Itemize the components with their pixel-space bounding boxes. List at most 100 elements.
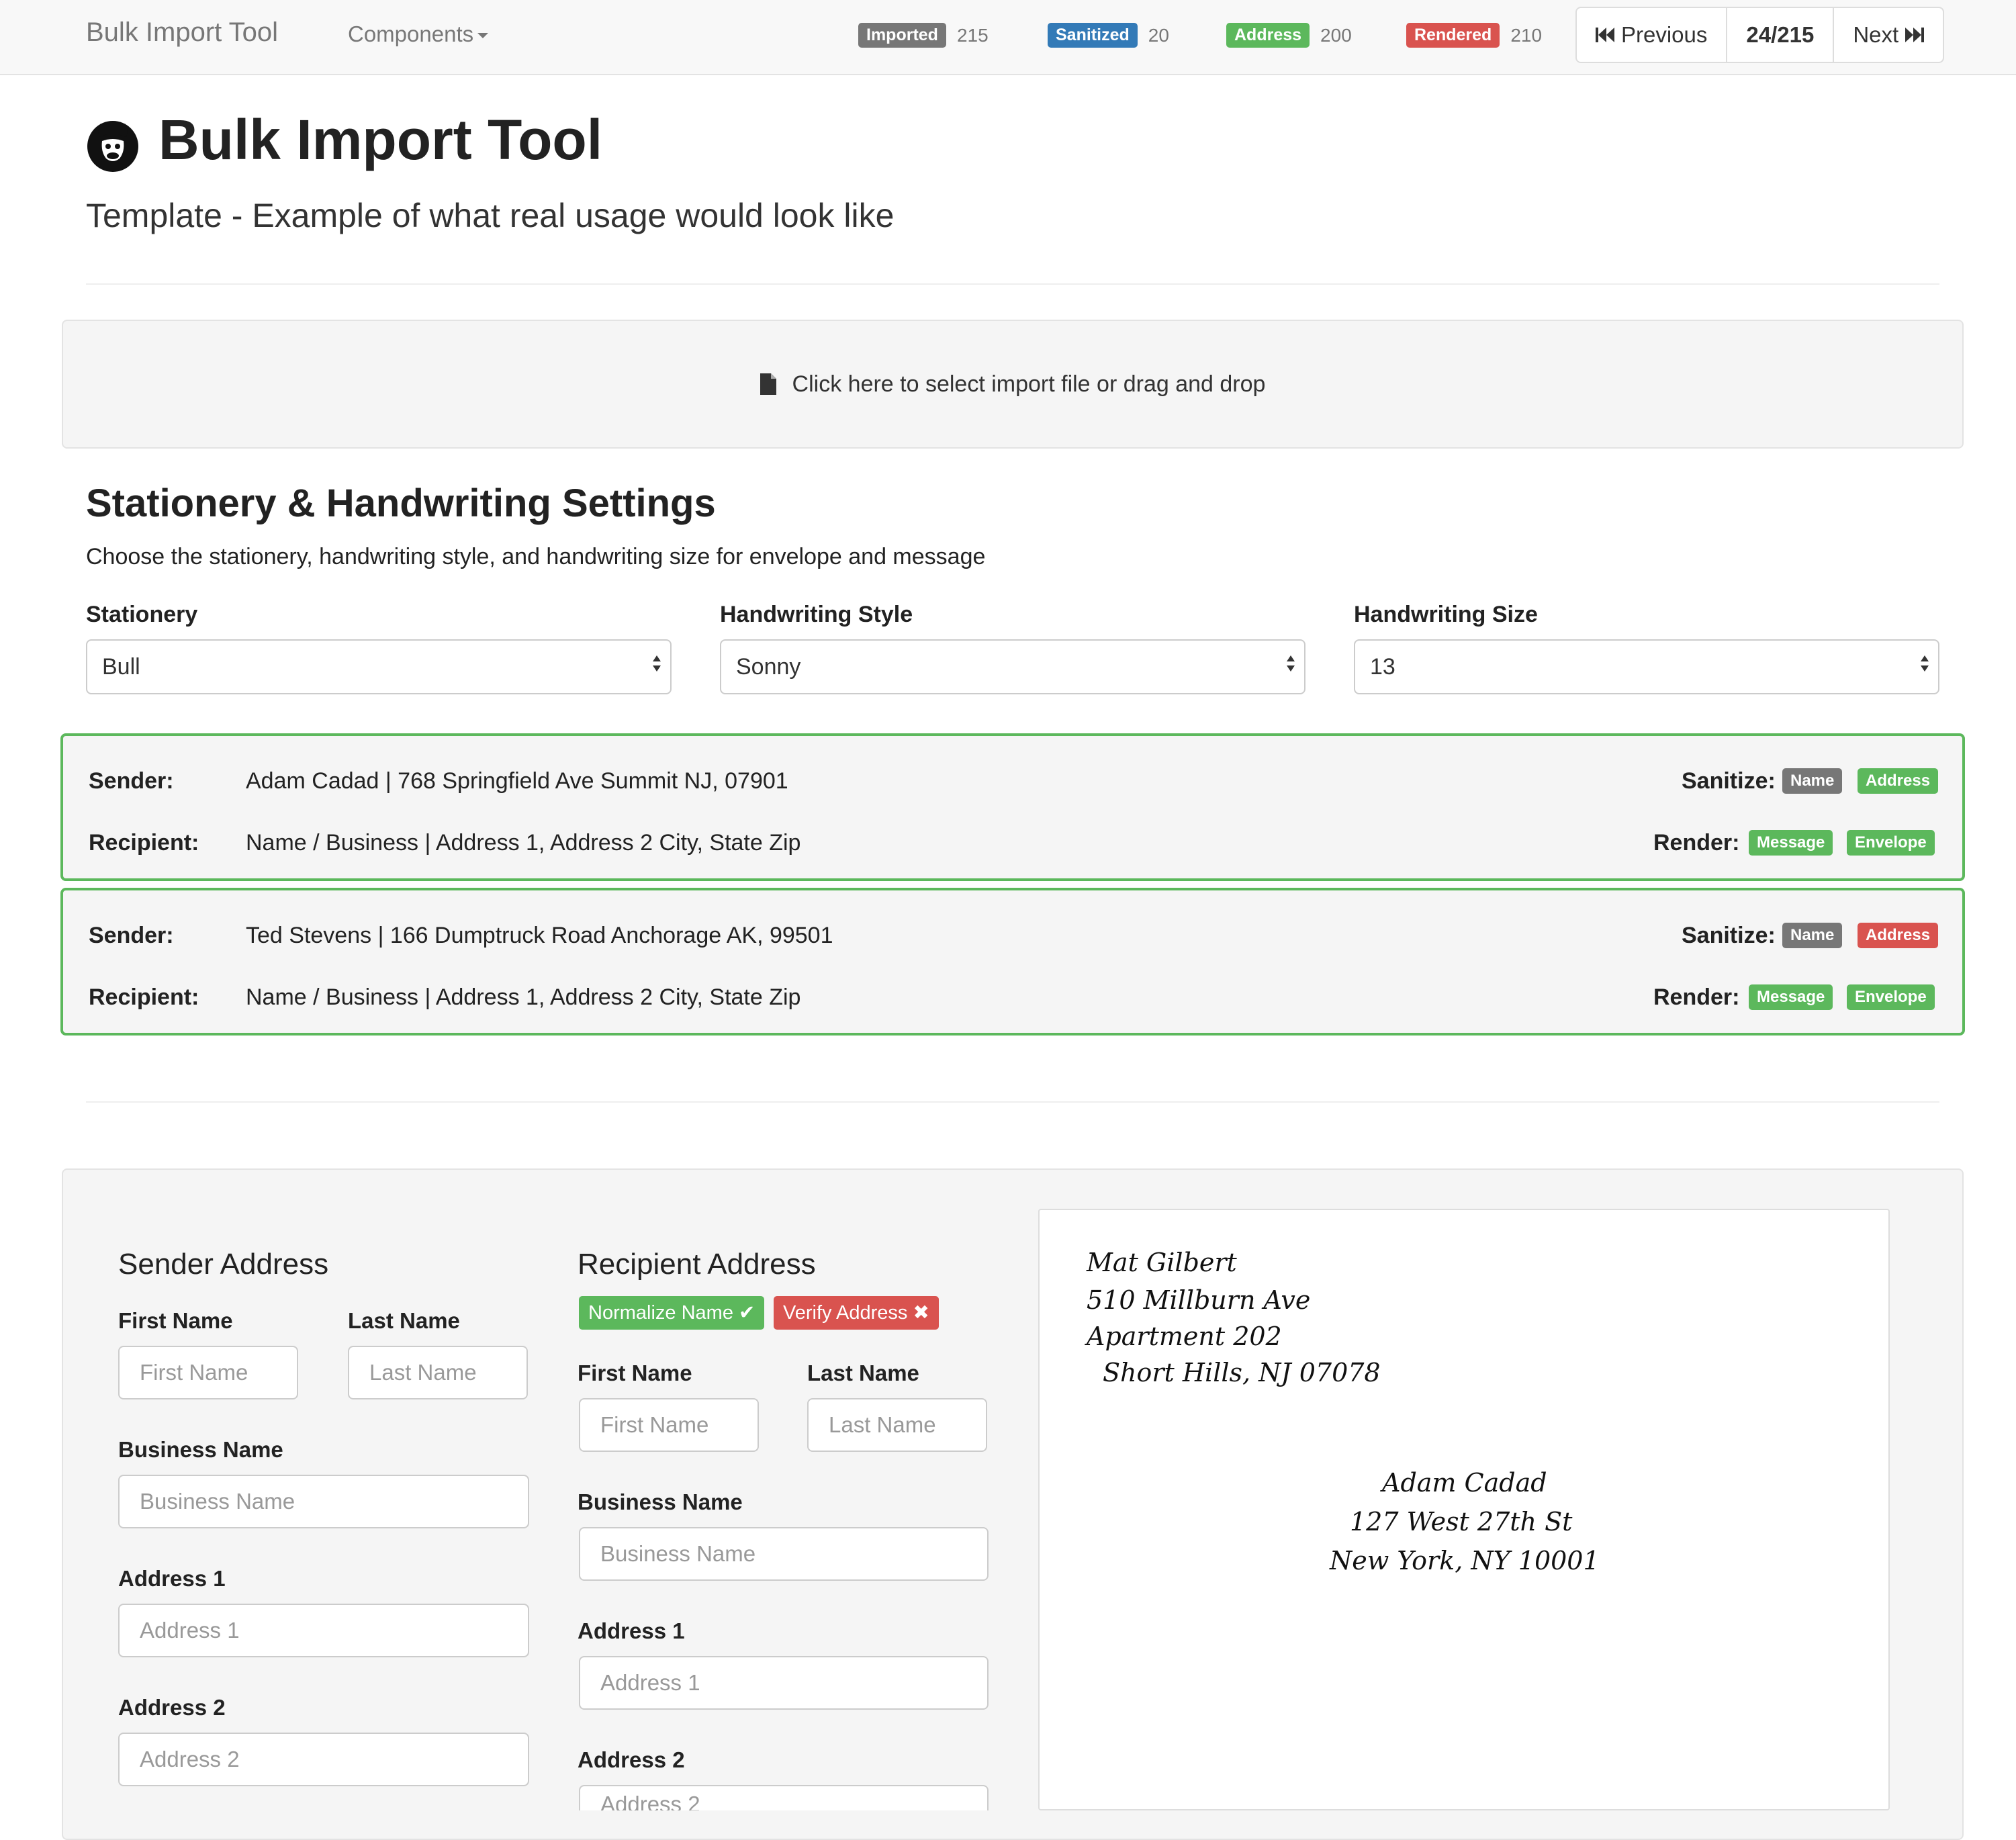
navbar-brand[interactable]: Bulk Import Tool (86, 17, 278, 48)
stationery-label: Stationery (86, 602, 198, 627)
page-indicator: 24/215 (1726, 8, 1833, 62)
recipient-last-name-input[interactable]: Last Name (807, 1398, 987, 1452)
render-key: Render: (1653, 830, 1740, 856)
sender-address1-input[interactable]: Address 1 (118, 1604, 529, 1657)
previous-label: Previous (1621, 22, 1708, 47)
handwriting-style-select[interactable]: Sonny (720, 639, 1305, 694)
envelope-preview: Mat Gilbert 510 Millburn Ave Apartment 2… (1038, 1209, 1890, 1810)
recipient-address2-input[interactable]: Address 2 (579, 1785, 989, 1810)
components-label: Components (348, 21, 474, 46)
recipient-value: Name / Business | Address 1, Address 2 C… (246, 984, 801, 1010)
stat-value: 210 (1510, 24, 1543, 46)
bull-logo-icon (87, 121, 138, 172)
render-message-badge[interactable]: Message (1749, 984, 1833, 1010)
sanitize-address-badge[interactable]: Address (1858, 768, 1939, 794)
sender-first-name-label: First Name (118, 1308, 233, 1333)
return-address-line: Apartment 202 (1087, 1322, 1282, 1351)
recipient-value: Name / Business | Address 1, Address 2 C… (246, 830, 801, 856)
check-icon: ✔ (739, 1302, 755, 1324)
select-arrows-icon (1921, 655, 1929, 672)
close-icon: ✖ (913, 1302, 929, 1324)
sanitize-key: Sanitize: (1682, 768, 1776, 794)
stat-sanitized: Sanitized 20 (1048, 23, 1169, 48)
stat-value: 20 (1148, 24, 1169, 46)
import-dropzone[interactable]: Click here to select import file or drag… (62, 320, 1964, 449)
stat-rendered: Rendered 210 (1406, 23, 1542, 48)
recipient-address-title: Recipient Address (578, 1248, 816, 1281)
sender-business-input[interactable]: Business Name (118, 1475, 529, 1528)
handwriting-style-value: Sonny (736, 653, 801, 680)
handwriting-size-select[interactable]: 13 (1354, 639, 1939, 694)
settings-title: Stationery & Handwriting Settings (86, 481, 716, 525)
top-navbar: Bulk Import Tool Components Imported 215 … (0, 0, 2016, 75)
handwriting-style-label: Handwriting Style (720, 602, 913, 627)
stationery-value: Bull (102, 653, 140, 680)
verify-address-button[interactable]: Verify Address ✖ (774, 1296, 939, 1330)
recipient-address-line: Adam Cadad (1382, 1468, 1547, 1498)
stat-imported: Imported 215 (858, 23, 989, 48)
recipient-business-input[interactable]: Business Name (579, 1527, 989, 1581)
recipient-address2-label: Address 2 (578, 1747, 685, 1772)
stat-label: Address (1226, 23, 1310, 48)
fast-backward-icon (1596, 28, 1614, 42)
sanitize-name-badge[interactable]: Name (1782, 923, 1843, 948)
stat-label: Imported (858, 23, 946, 48)
render-envelope-badge[interactable]: Envelope (1847, 830, 1935, 856)
dropzone-text: Click here to select import file or drag… (792, 371, 1266, 397)
recipient-business-label: Business Name (578, 1489, 743, 1514)
render-message-badge[interactable]: Message (1749, 830, 1833, 856)
stat-label: Sanitized (1048, 23, 1138, 48)
select-arrows-icon (653, 655, 661, 672)
handwriting-size-label: Handwriting Size (1354, 602, 1538, 627)
recipient-address1-label: Address 1 (578, 1618, 685, 1643)
return-address-line: Mat Gilbert (1087, 1248, 1237, 1277)
stat-value: 200 (1320, 24, 1352, 46)
sender-last-name-input[interactable]: Last Name (348, 1346, 528, 1399)
stat-value: 215 (956, 24, 989, 46)
sender-last-name-label: Last Name (348, 1308, 460, 1333)
record-panel[interactable]: Sender: Ted Stevens | 166 Dumptruck Road… (60, 888, 1965, 1036)
sender-first-name-input[interactable]: First Name (118, 1346, 298, 1399)
handwriting-size-value: 13 (1370, 653, 1395, 680)
normalize-name-label: Normalize Name (588, 1302, 733, 1324)
settings-help: Choose the stationery, handwriting style… (86, 544, 986, 569)
render-envelope-badge[interactable]: Envelope (1847, 984, 1935, 1010)
sender-address2-label: Address 2 (118, 1695, 226, 1720)
recipient-first-name-input[interactable]: First Name (579, 1398, 759, 1452)
sanitize-address-badge[interactable]: Address (1858, 923, 1939, 948)
recipient-first-name-label: First Name (578, 1361, 692, 1385)
sender-address-title: Sender Address (118, 1248, 329, 1281)
next-label: Next (1853, 22, 1899, 47)
stat-label: Rendered (1406, 23, 1500, 48)
next-button[interactable]: Next (1833, 8, 1943, 62)
return-address-line: 510 Millburn Ave (1087, 1285, 1311, 1315)
sender-address1-label: Address 1 (118, 1566, 226, 1591)
recipient-address1-input[interactable]: Address 1 (579, 1656, 989, 1710)
normalize-name-button[interactable]: Normalize Name ✔ (579, 1296, 765, 1330)
recipient-address-line: 127 West 27th St (1350, 1507, 1573, 1536)
sender-value: Adam Cadad | 768 Springfield Ave Summit … (246, 768, 788, 794)
file-icon (760, 373, 776, 395)
sanitize-name-badge[interactable]: Name (1782, 768, 1843, 794)
recipient-key: Recipient: (89, 830, 199, 856)
return-address-line: Short Hills, NJ 07078 (1103, 1358, 1381, 1387)
sender-address2-input[interactable]: Address 2 (118, 1733, 529, 1786)
components-dropdown[interactable]: Components (348, 21, 489, 47)
previous-button[interactable]: Previous (1577, 8, 1726, 62)
select-arrows-icon (1287, 655, 1295, 672)
verify-address-label: Verify Address (783, 1302, 908, 1324)
sender-key: Sender: (89, 768, 174, 794)
sanitize-key: Sanitize: (1682, 923, 1776, 948)
stationery-select[interactable]: Bull (86, 639, 672, 694)
divider (86, 283, 1939, 285)
sender-key: Sender: (89, 923, 174, 948)
render-key: Render: (1653, 984, 1740, 1010)
divider (86, 1101, 1939, 1103)
fast-forward-icon (1905, 28, 1925, 42)
sender-value: Ted Stevens | 166 Dumptruck Road Anchora… (246, 923, 833, 948)
recipient-last-name-label: Last Name (807, 1361, 919, 1385)
recipient-address-line: New York, NY 10001 (1330, 1546, 1600, 1575)
recipient-key: Recipient: (89, 984, 199, 1010)
page-subtitle: Template - Example of what real usage wo… (86, 197, 895, 234)
record-panel[interactable]: Sender: Adam Cadad | 768 Springfield Ave… (60, 733, 1965, 881)
